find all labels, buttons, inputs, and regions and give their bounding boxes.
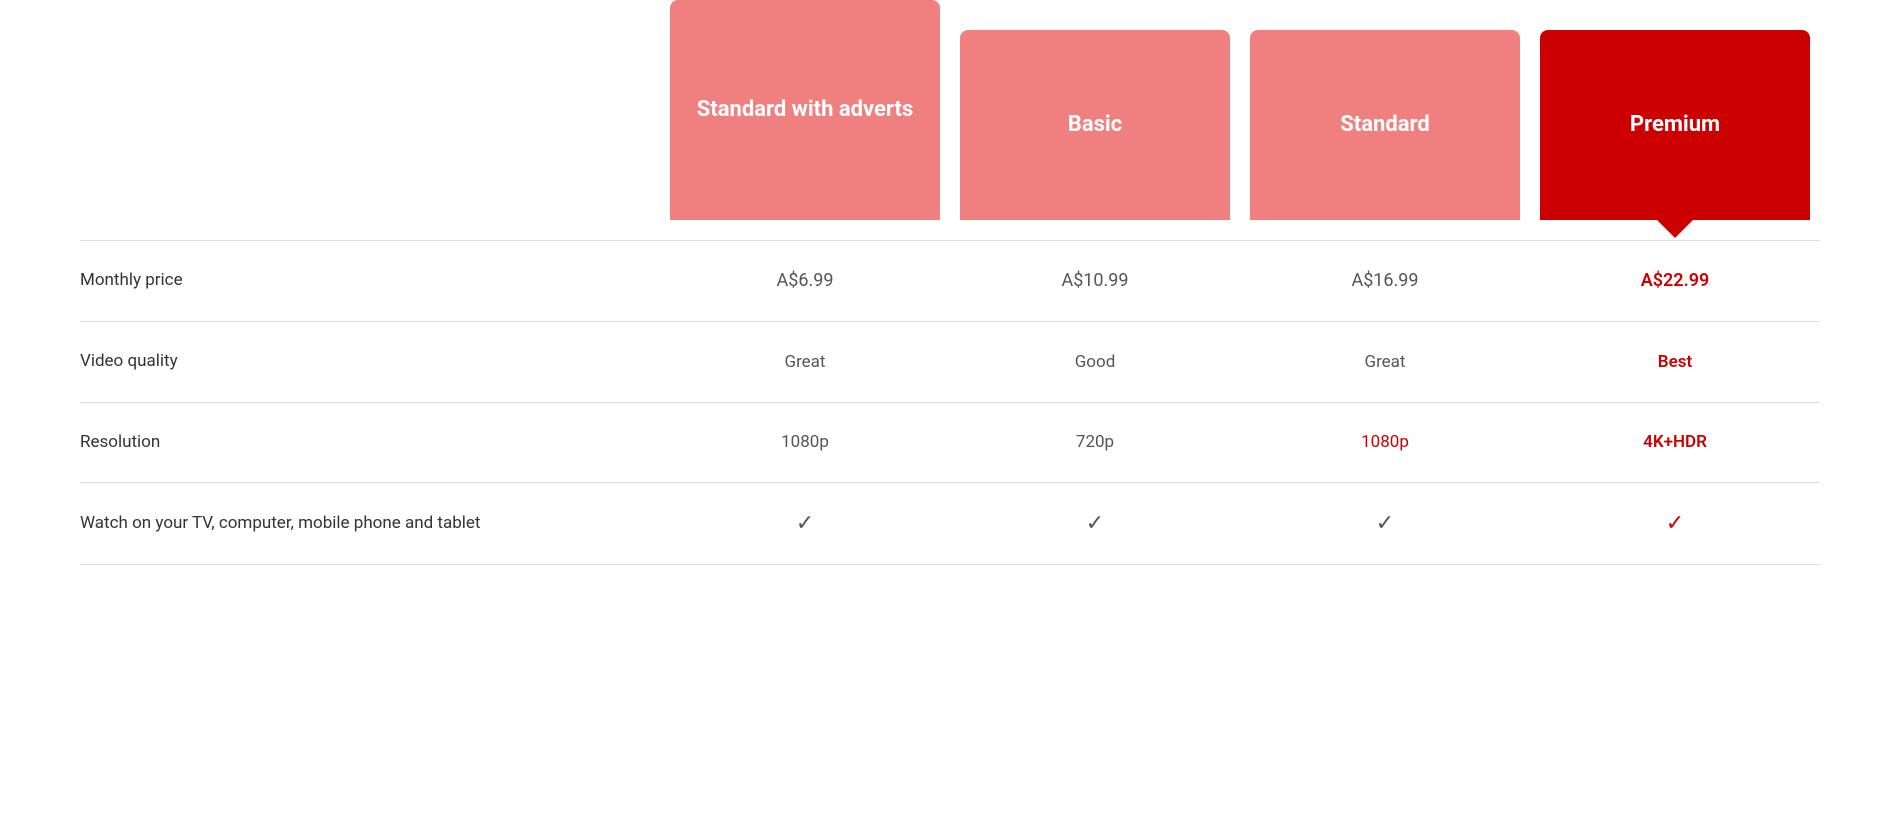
row-resolution: Resolution 1080p 720p 1080p 4K+HDR bbox=[80, 403, 1820, 484]
plan-label-basic: Basic bbox=[1068, 111, 1122, 140]
row-video-quality: Video quality Great Good Great Best bbox=[80, 322, 1820, 403]
check-premium: ✓ bbox=[1530, 511, 1820, 536]
row-label-monthly-price: Monthly price bbox=[80, 269, 660, 293]
resolution-standard-adverts: 1080p bbox=[660, 432, 950, 452]
price-basic: A$10.99 bbox=[950, 270, 1240, 291]
pricing-table: Standard with adverts Basic Standard Pre… bbox=[0, 0, 1900, 815]
row-watch-devices: Watch on your TV, computer, mobile phone… bbox=[80, 483, 1820, 565]
plan-label-standard-adverts: Standard with adverts bbox=[697, 96, 914, 125]
resolution-premium: 4K+HDR bbox=[1530, 432, 1820, 452]
plan-header-premium[interactable]: Premium bbox=[1540, 30, 1810, 220]
resolution-basic: 720p bbox=[950, 432, 1240, 452]
price-standard: A$16.99 bbox=[1240, 270, 1530, 291]
row-monthly-price: Monthly price A$6.99 A$10.99 A$16.99 A$2… bbox=[80, 240, 1820, 322]
resolution-standard: 1080p bbox=[1240, 432, 1530, 452]
plan-header-standard[interactable]: Standard bbox=[1250, 30, 1520, 220]
pricing-rows: Monthly price A$6.99 A$10.99 A$16.99 A$2… bbox=[80, 220, 1820, 565]
check-standard-adverts: ✓ bbox=[660, 511, 950, 536]
plan-label-standard: Standard bbox=[1340, 111, 1430, 140]
quality-premium: Best bbox=[1530, 352, 1820, 372]
quality-standard-adverts: Great bbox=[660, 352, 950, 372]
row-label-resolution: Resolution bbox=[80, 431, 660, 455]
price-premium: A$22.99 bbox=[1530, 270, 1820, 291]
price-standard-adverts: A$6.99 bbox=[660, 270, 950, 291]
plan-header-standard-adverts[interactable]: Standard with adverts bbox=[670, 0, 940, 220]
row-label-watch-devices: Watch on your TV, computer, mobile phone… bbox=[80, 512, 660, 536]
quality-basic: Good bbox=[950, 352, 1240, 372]
row-label-video-quality: Video quality bbox=[80, 350, 660, 374]
check-standard: ✓ bbox=[1240, 511, 1530, 536]
quality-standard: Great bbox=[1240, 352, 1530, 372]
check-basic: ✓ bbox=[950, 511, 1240, 536]
plan-headers: Standard with adverts Basic Standard Pre… bbox=[80, 0, 1820, 220]
plan-label-premium: Premium bbox=[1630, 111, 1720, 140]
plan-header-basic[interactable]: Basic bbox=[960, 30, 1230, 220]
